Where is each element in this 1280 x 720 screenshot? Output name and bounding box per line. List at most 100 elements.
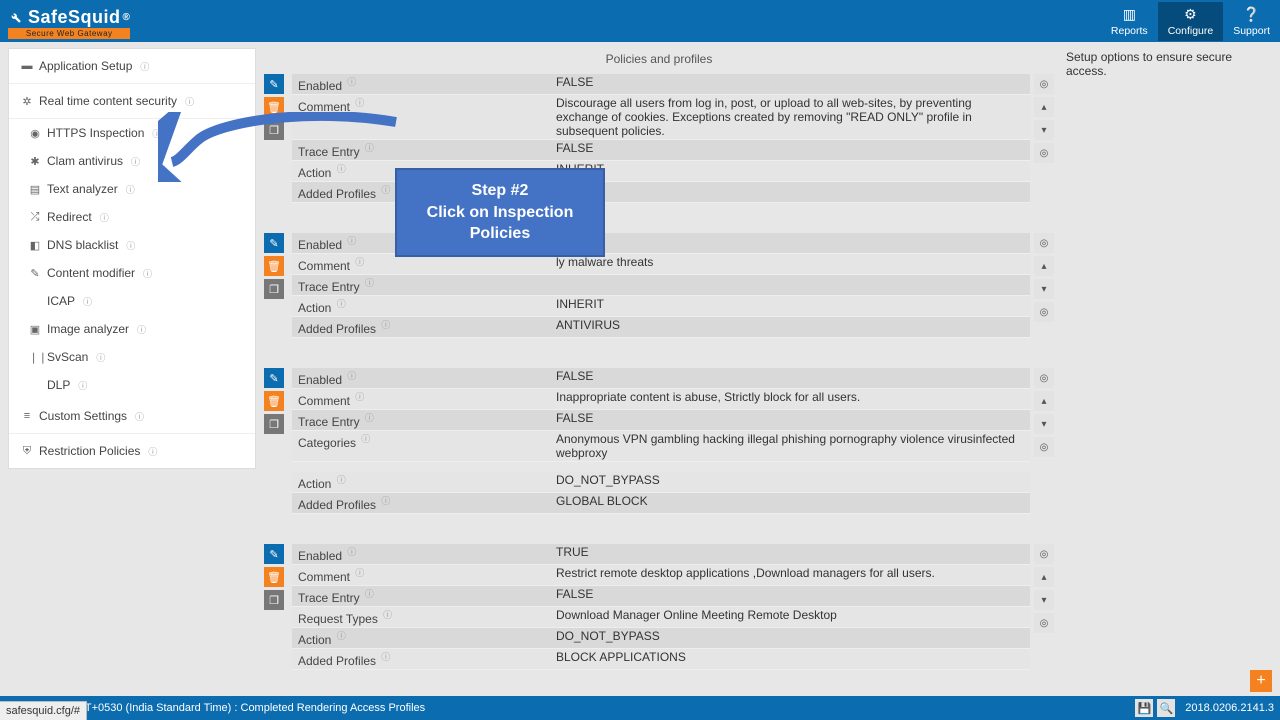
sidebar-item-dns-blacklist[interactable]: ◧DNS blacklistⓘ xyxy=(9,231,255,259)
info-icon: ⓘ xyxy=(347,236,356,246)
target-button[interactable]: ◎ xyxy=(1034,544,1054,564)
property-row: Action ⓘDO_NOT_BYPASS xyxy=(292,472,1030,493)
property-row: Trace Entry ⓘFALSE xyxy=(292,410,1030,431)
help-icon: ❔ xyxy=(1233,6,1270,23)
configure-label: Configure xyxy=(1168,25,1214,37)
sidebar-item-label: SvScan xyxy=(47,350,88,364)
delete-button[interactable]: 🗑 xyxy=(264,391,284,411)
property-value: ly malware threats xyxy=(550,254,1030,274)
property-value: Anonymous VPN gambling hacking illegal p… xyxy=(550,431,1030,461)
sidebar-rtcs-label: Real time content security xyxy=(39,94,177,108)
right-note: Setup options to ensure secure access. xyxy=(1062,48,1272,682)
info-icon: ⓘ xyxy=(83,295,92,308)
menu-icon: ◉ xyxy=(29,127,41,140)
sidebar-item-label: Redirect xyxy=(47,210,92,224)
delete-button[interactable]: 🗑 xyxy=(264,567,284,587)
property-row: Trace Entry ⓘ xyxy=(292,275,1030,296)
property-row: Enabled ⓘTRUE xyxy=(292,544,1030,565)
info-icon: ⓘ xyxy=(381,320,390,330)
target-button[interactable]: ◎ xyxy=(1034,302,1054,322)
callout-line1: Step #2 xyxy=(403,180,597,202)
target-button[interactable]: ◎ xyxy=(1034,233,1054,253)
clone-button[interactable]: ❐ xyxy=(264,590,284,610)
sidebar-item-content-modifier[interactable]: ✎Content modifierⓘ xyxy=(9,259,255,287)
sidebar-restrict[interactable]: ⛨Restriction Policiesⓘ xyxy=(9,434,255,468)
property-value: FALSE xyxy=(550,586,1030,606)
target-button[interactable]: ◎ xyxy=(1034,368,1054,388)
edit-button[interactable]: ✎ xyxy=(264,233,284,253)
briefcase-icon: ▬ xyxy=(21,60,33,72)
info-icon: ⓘ xyxy=(347,547,356,557)
info-icon: ⓘ xyxy=(365,413,374,423)
move-down-button[interactable]: ▾ xyxy=(1034,279,1054,299)
move-down-button[interactable]: ▾ xyxy=(1034,120,1054,140)
reports-button[interactable]: ▥Reports xyxy=(1101,2,1158,41)
sidebar-item-icap[interactable]: ICAP ⓘ xyxy=(9,287,255,315)
menu-icon: ▤ xyxy=(29,183,41,196)
sidebar-item-label: DNS blacklist xyxy=(47,238,118,252)
move-down-button[interactable]: ▾ xyxy=(1034,590,1054,610)
property-value: FALSE xyxy=(550,368,1030,388)
property-value: TRUE xyxy=(550,544,1030,564)
property-value: BLOCK APPLICATIONS xyxy=(550,649,1030,669)
sidebar-item-image-analyzer[interactable]: ▣Image analyzerⓘ xyxy=(9,315,255,343)
property-key: Enabled ⓘ xyxy=(292,544,550,564)
property-row: Action ⓘINHERIT xyxy=(292,296,1030,317)
info-icon: ⓘ xyxy=(135,410,144,423)
sidebar-item-redirect[interactable]: ⤮Redirectⓘ xyxy=(9,203,255,231)
support-button[interactable]: ❔ Support xyxy=(1223,2,1280,41)
info-icon: ⓘ xyxy=(126,239,135,252)
info-icon: ⓘ xyxy=(126,183,135,196)
menu-icon: ✱ xyxy=(29,155,41,168)
reg-mark: ® xyxy=(123,12,131,23)
reports-label: Reports xyxy=(1111,25,1148,37)
target-button[interactable]: ◎ xyxy=(1034,143,1054,163)
search-icon-button[interactable]: 🔍 xyxy=(1157,699,1175,717)
sidebar-item-label: ICAP xyxy=(47,294,75,308)
move-down-button[interactable]: ▾ xyxy=(1034,414,1054,434)
add-policy-button[interactable]: + xyxy=(1250,670,1272,692)
clone-button[interactable]: ❐ xyxy=(264,279,284,299)
property-key: Trace Entry ⓘ xyxy=(292,275,550,295)
target-button[interactable]: ◎ xyxy=(1034,437,1054,457)
property-key: Added Profiles ⓘ xyxy=(292,649,550,669)
info-icon: ⓘ xyxy=(381,652,390,662)
brand-logo: SafeSquid® Secure Web Gateway xyxy=(0,4,138,39)
info-icon: ⓘ xyxy=(365,589,374,599)
move-up-button[interactable]: ▴ xyxy=(1034,97,1054,117)
info-icon: ⓘ xyxy=(381,185,390,195)
bug-icon: ✲ xyxy=(21,95,33,108)
menu-icon: ❘❘ xyxy=(29,351,41,364)
top-actions: ▥Reports ⚙Configure ❔ Support xyxy=(1101,2,1280,41)
property-row: Trace Entry ⓘFALSE xyxy=(292,140,1030,161)
info-icon: ⓘ xyxy=(355,257,364,267)
edit-button[interactable]: ✎ xyxy=(264,368,284,388)
property-row: Comment ⓘInappropriate content is abuse,… xyxy=(292,389,1030,410)
edit-button[interactable]: ✎ xyxy=(264,74,284,94)
property-key: Enabled ⓘ xyxy=(292,74,550,94)
property-key: Request Types ⓘ xyxy=(292,607,550,627)
target-button[interactable]: ◎ xyxy=(1034,613,1054,633)
target-button[interactable]: ◎ xyxy=(1034,74,1054,94)
sidebar-custom-label: Custom Settings xyxy=(39,409,127,423)
clone-button[interactable]: ❐ xyxy=(264,414,284,434)
property-value: Restrict remote desktop applications ,Do… xyxy=(550,565,1030,585)
delete-button[interactable]: 🗑 xyxy=(264,256,284,276)
info-icon: ⓘ xyxy=(137,323,146,336)
support-label: Support xyxy=(1233,25,1270,37)
sidebar-item-dlp[interactable]: DLPⓘ xyxy=(9,371,255,399)
browser-status-chip: safesquid.cfg/# xyxy=(0,701,87,720)
move-up-button[interactable]: ▴ xyxy=(1034,256,1054,276)
move-up-button[interactable]: ▴ xyxy=(1034,567,1054,587)
move-up-button[interactable]: ▴ xyxy=(1034,391,1054,411)
info-icon: ⓘ xyxy=(78,379,87,392)
configure-button[interactable]: ⚙Configure xyxy=(1158,2,1224,41)
property-row: Added Profiles ⓘBLOCK APPLICATIONS xyxy=(292,649,1030,670)
edit-button[interactable]: ✎ xyxy=(264,544,284,564)
sidebar-custom[interactable]: ≡Custom Settingsⓘ xyxy=(9,399,255,434)
save-icon-button[interactable]: 💾 xyxy=(1135,699,1153,717)
callout-line2: Click on Inspection xyxy=(403,202,597,224)
sidebar-app-setup[interactable]: ▬Application Setupⓘ xyxy=(9,49,255,84)
property-row: Comment ⓘRestrict remote desktop applica… xyxy=(292,565,1030,586)
sidebar-item-svscan[interactable]: ❘❘SvScanⓘ xyxy=(9,343,255,371)
